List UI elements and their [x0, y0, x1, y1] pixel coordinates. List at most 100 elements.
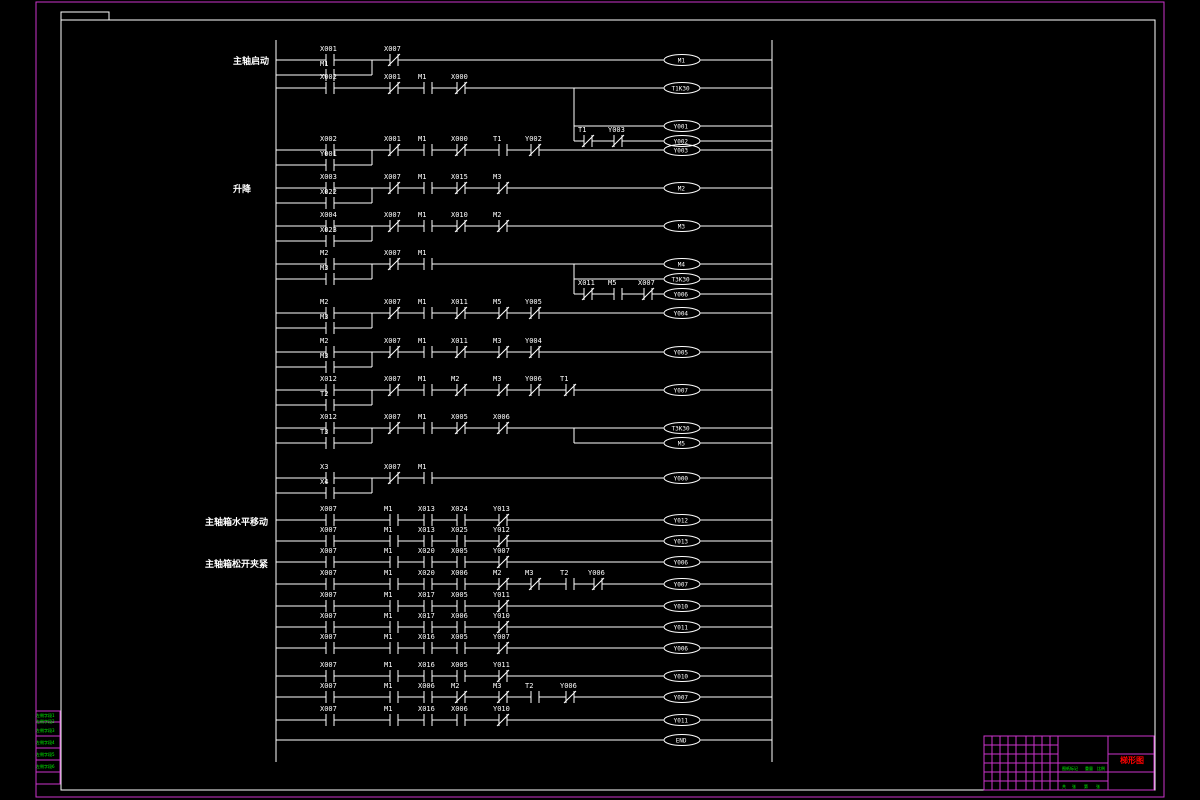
contact-label: T1 — [560, 375, 568, 383]
left-strip-cell: 左侧字段6 — [36, 764, 55, 769]
contact-label: X007 — [384, 298, 401, 306]
contact-label: M3 — [493, 337, 501, 345]
contact-label: M1 — [418, 463, 426, 471]
scale-row-0: 图纸标记 — [1062, 766, 1078, 771]
coil-label: END — [676, 738, 687, 745]
coil-label: Y010 — [674, 604, 689, 611]
sheet-row-0: 共 — [1062, 784, 1066, 789]
contact-label: X007 — [320, 591, 337, 599]
contact-label: X016 — [418, 661, 435, 669]
contact-label: X024 — [451, 505, 468, 513]
contact-label: X007 — [320, 505, 337, 513]
corner-tag — [60, 11, 110, 21]
contact-label: X002 — [320, 73, 337, 81]
contact-label: M1 — [384, 591, 392, 599]
contact-label: Y004 — [525, 337, 542, 345]
contact-label: M3 — [493, 682, 501, 690]
contact-label: Y011 — [493, 591, 510, 599]
contact-label: T2 — [320, 390, 328, 398]
coil-label: Y011 — [674, 718, 689, 725]
contact-label: M1 — [384, 633, 392, 641]
contact-label: X007 — [320, 633, 337, 641]
contact-label: M1 — [418, 135, 426, 143]
coil-label: M3 — [678, 224, 686, 231]
contact-label: Y010 — [493, 612, 510, 620]
contact-label: X012 — [320, 413, 337, 421]
coil-label: M2 — [678, 186, 686, 193]
contact-label: X012 — [320, 375, 337, 383]
contact-label: M3 — [493, 173, 501, 181]
contact-label: X007 — [320, 569, 337, 577]
contact-label: X001 — [320, 45, 337, 53]
section-label-clamp: 主轴箱松开夹紧 — [205, 560, 269, 570]
contact-label: M1 — [418, 173, 426, 181]
contact-label: Y007 — [493, 633, 510, 641]
left-strip-cell: 左侧字段3 — [36, 728, 55, 733]
contact-label: X007 — [384, 413, 401, 421]
contact-label: X016 — [418, 633, 435, 641]
contact-label: X005 — [451, 591, 468, 599]
outer-frame — [35, 1, 1165, 798]
contact-label: Y010 — [493, 705, 510, 713]
contact-label: X000 — [451, 135, 468, 143]
contact-label: X007 — [320, 526, 337, 534]
contact-label: M2 — [493, 211, 501, 219]
coil-label: Y007 — [674, 388, 689, 395]
contact-label: M3 — [320, 352, 328, 360]
contact-label: M1 — [384, 547, 392, 555]
contact-label: Y002 — [525, 135, 542, 143]
contact-label: M2 — [320, 337, 328, 345]
contact-label: X006 — [451, 612, 468, 620]
contact-label: X016 — [418, 705, 435, 713]
contact-label: X011 — [578, 279, 595, 287]
contact-label: X005 — [451, 633, 468, 641]
contact-label: X007 — [320, 661, 337, 669]
contact-label: Y006 — [588, 569, 605, 577]
coil-label: M4 — [678, 262, 686, 269]
contact-label: M1 — [384, 505, 392, 513]
left-strip-cell: 左侧字段5 — [36, 752, 55, 757]
contact-label: X020 — [418, 547, 435, 555]
contact-label: M1 — [418, 337, 426, 345]
contact-label: Y007 — [493, 547, 510, 555]
contact-label: M2 — [320, 298, 328, 306]
contact-label: M3 — [320, 313, 328, 321]
contact-label: M5 — [608, 279, 616, 287]
contact-label: X004 — [320, 211, 337, 219]
contact-label: X006 — [418, 682, 435, 690]
contact-label: X007 — [384, 45, 401, 53]
contact-label: Y005 — [525, 298, 542, 306]
contact-label: T3 — [320, 428, 328, 436]
contact-label: X023 — [320, 226, 337, 234]
contact-label: X001 — [384, 73, 401, 81]
contact-label: M1 — [418, 249, 426, 257]
contact-label: M2 — [451, 375, 459, 383]
left-strip-cell: 左侧字段1 — [36, 713, 55, 718]
section-label-horizontal-move: 主轴箱水平移动 — [205, 518, 269, 528]
drawing-title: 梯形图 — [1120, 756, 1144, 765]
contact-label: M3 — [525, 569, 533, 577]
coil-label: Y007 — [674, 695, 689, 702]
contact-label: Y003 — [608, 126, 625, 134]
contact-label: M2 — [451, 682, 459, 690]
contact-label: X007 — [384, 249, 401, 257]
section-label-lift: 升降 — [233, 185, 252, 195]
coil-label: Y011 — [674, 625, 689, 632]
contact-label: M1 — [384, 526, 392, 534]
contact-label: M1 — [384, 569, 392, 577]
contact-label: X017 — [418, 612, 435, 620]
contact-label: M1 — [418, 211, 426, 219]
contact-label: X020 — [418, 569, 435, 577]
section-label-spindle-start: 主轴启动 — [233, 57, 270, 67]
contact-label: X007 — [384, 211, 401, 219]
contact-label: X000 — [451, 73, 468, 81]
contact-label: X005 — [451, 547, 468, 555]
contact-label: Y006 — [525, 375, 542, 383]
contact-label: M1 — [418, 298, 426, 306]
coil-label: Y006 — [674, 292, 689, 299]
coil-label: Y012 — [674, 518, 689, 525]
contact-label: X007 — [320, 705, 337, 713]
contact-label: X001 — [384, 135, 401, 143]
contact-label: X4 — [320, 478, 328, 486]
left-strip-cell: 左侧字段2 — [36, 719, 55, 724]
